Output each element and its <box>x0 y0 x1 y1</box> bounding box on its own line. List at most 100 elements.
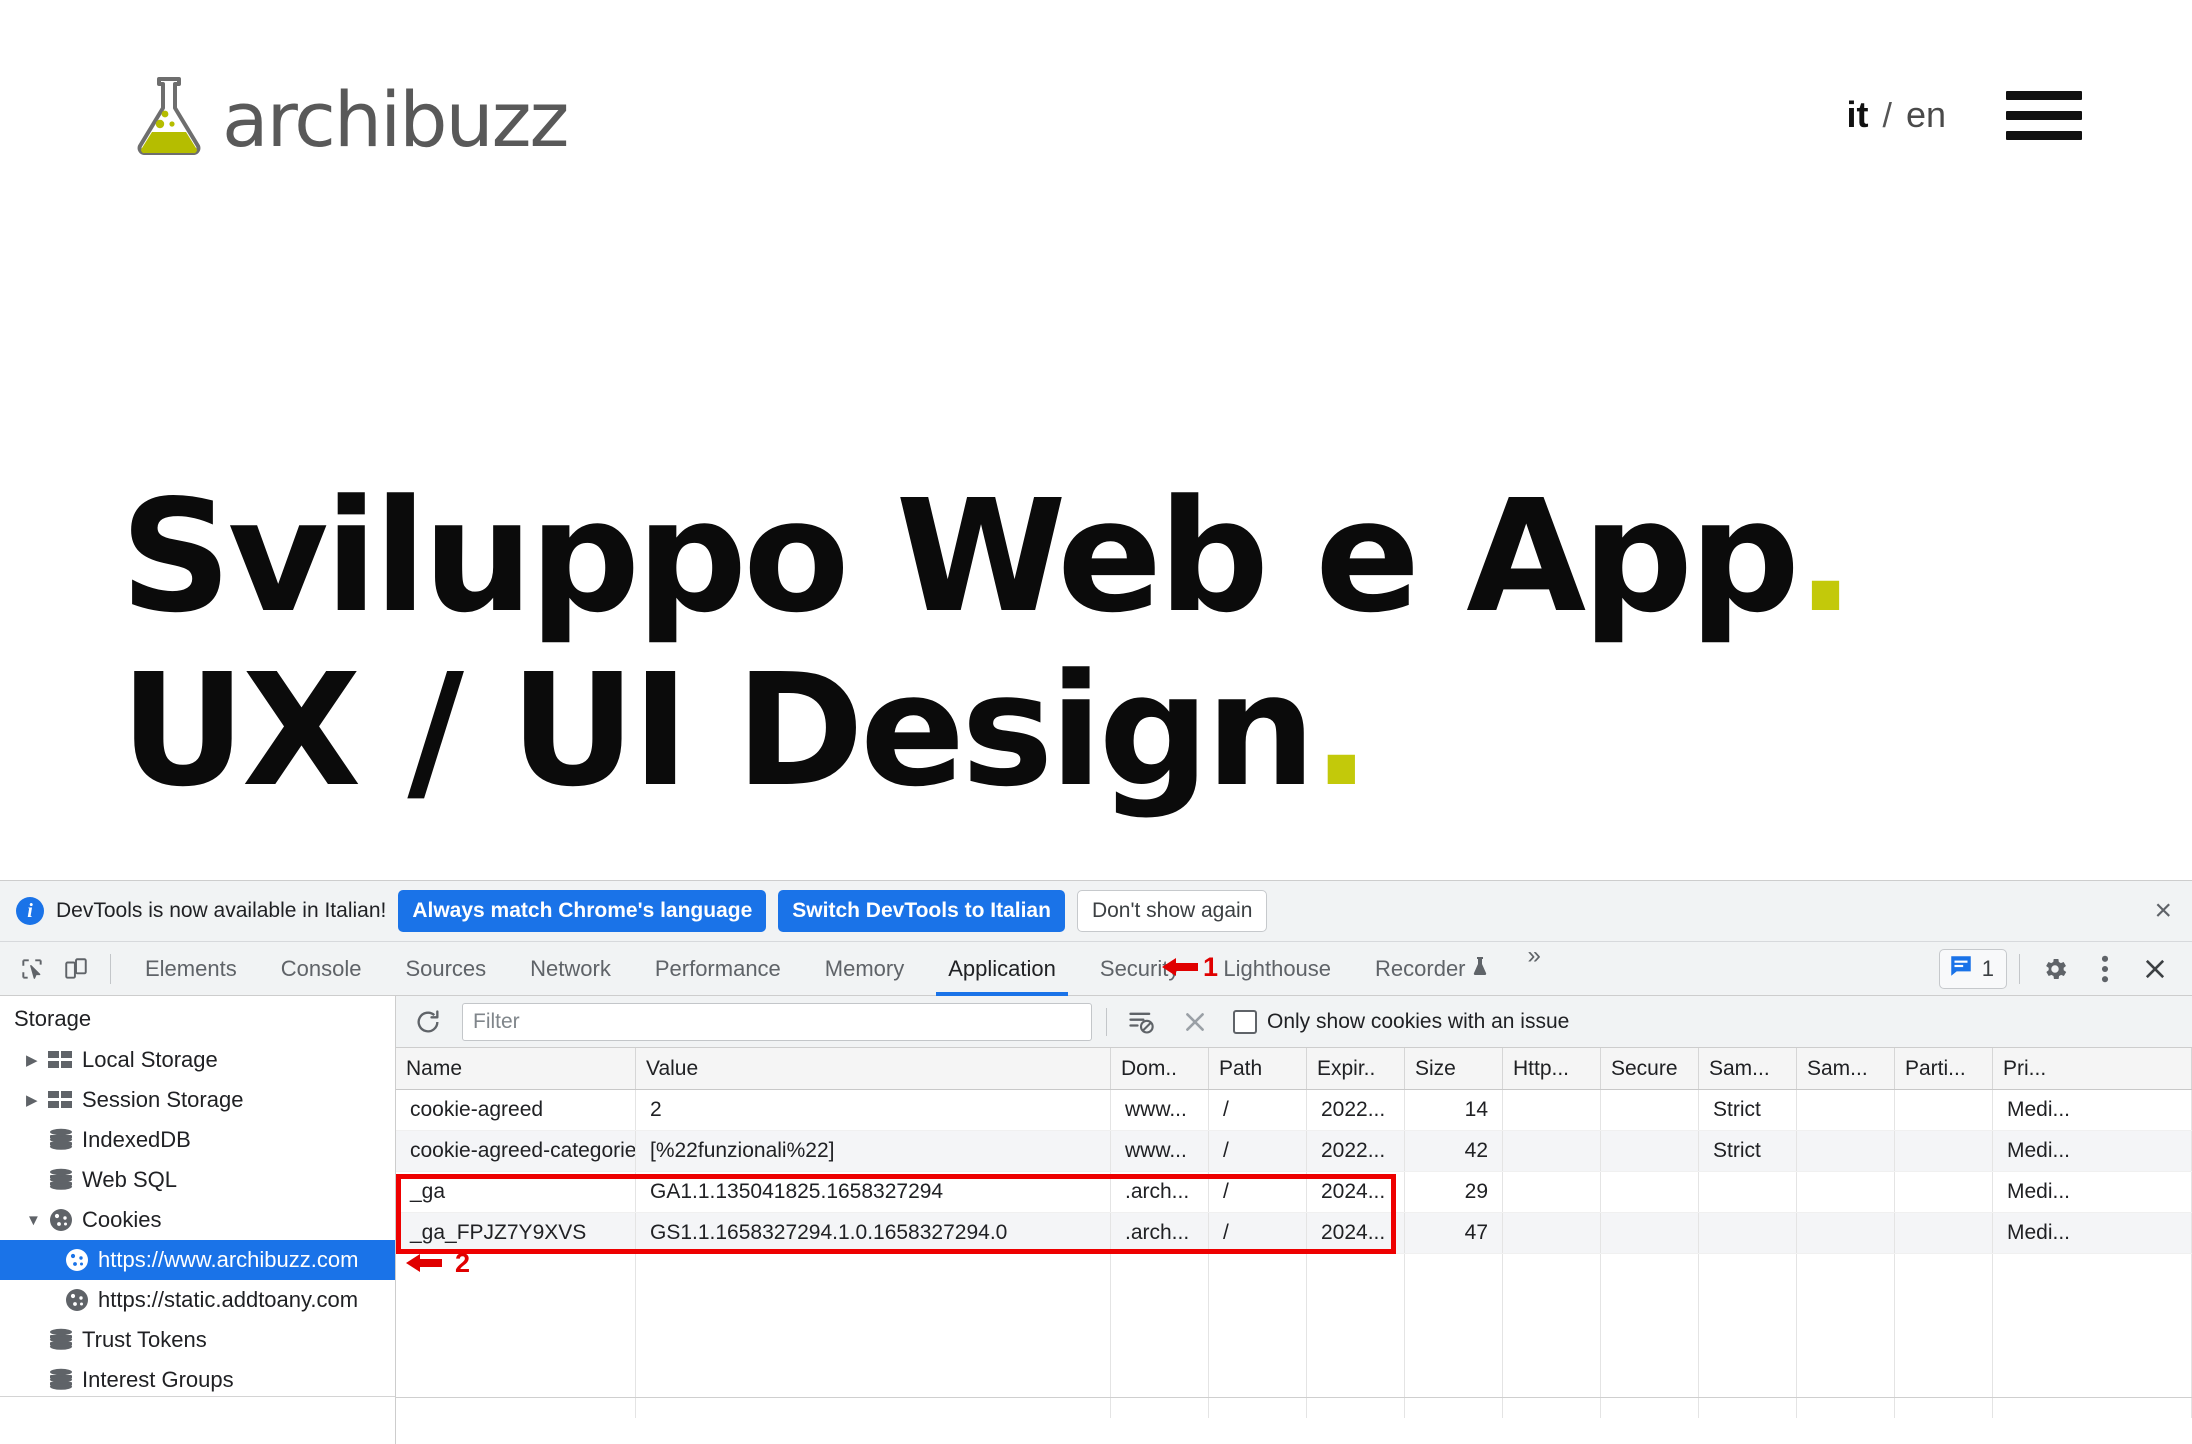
cell-samesite: Strict <box>1699 1131 1797 1171</box>
sidebar-item-session-storage[interactable]: ▶ Session Storage <box>0 1080 395 1120</box>
cell-size: 29 <box>1405 1172 1503 1212</box>
cell-priority: Medi... <box>1993 1131 2192 1171</box>
checkbox-box[interactable] <box>1233 1009 1257 1034</box>
cell-partition-key <box>1895 1131 1993 1171</box>
table-row[interactable]: cookie-agreed 2 www... / 2022... 14 Stri… <box>396 1090 2192 1131</box>
cell-partition-key <box>1895 1090 1993 1130</box>
dont-show-again-button[interactable]: Don't show again <box>1076 890 1268 932</box>
chevron-down-icon[interactable]: ▼ <box>26 1212 48 1229</box>
lang-en[interactable]: en <box>1906 94 1946 136</box>
empty-cell <box>1797 1336 1895 1377</box>
tab-memory[interactable]: Memory <box>803 942 926 996</box>
hamburger-menu-icon[interactable] <box>2006 90 2082 140</box>
database-icon <box>48 1368 82 1392</box>
table-row[interactable]: _ga GA1.1.135041825.1658327294 .arch... … <box>396 1172 2192 1213</box>
cell-value: GA1.1.135041825.1658327294 <box>636 1172 1111 1212</box>
message-count: 1 <box>1981 955 1994 981</box>
sidebar-item-web-sql[interactable]: Web SQL <box>0 1160 395 1200</box>
clear-filter-icon[interactable] <box>1175 1002 1215 1042</box>
message-icon <box>1948 953 1974 985</box>
sidebar-item-cookie-addtoany[interactable]: https://static.addtoany.com <box>0 1280 395 1320</box>
tab-elements[interactable]: Elements <box>123 942 259 996</box>
sidebar-item-web-sql-label: Web SQL <box>82 1167 177 1192</box>
sidebar-item-interest-groups[interactable]: Interest Groups <box>0 1360 395 1400</box>
cell-sameparty <box>1797 1213 1895 1253</box>
filter-input[interactable] <box>462 1002 1092 1041</box>
cell-expires: 2024... <box>1307 1213 1405 1253</box>
sidebar-item-session-storage-label: Session Storage <box>82 1087 244 1112</box>
inspect-element-icon[interactable] <box>10 947 54 991</box>
hero-dot-1: . <box>1796 466 1855 647</box>
sidebar-item-trust-tokens-label: Trust Tokens <box>82 1327 207 1352</box>
column-header-domain[interactable]: Dom.. <box>1111 1048 1209 1089</box>
tab-overflow-icon[interactable]: » <box>1510 942 1559 996</box>
tab-network[interactable]: Network <box>508 942 633 996</box>
sidebar-item-local-storage[interactable]: ▶ Local Storage <box>0 1040 395 1080</box>
chevron-right-icon[interactable]: ▶ <box>26 1051 48 1069</box>
switch-devtools-language-button[interactable]: Switch DevTools to Italian <box>778 890 1065 932</box>
cell-path: / <box>1209 1131 1307 1171</box>
tab-application-label: Application <box>948 955 1056 981</box>
empty-cell <box>1797 1295 1895 1336</box>
sidebar-item-cookie-addtoany-label: https://static.addtoany.com <box>98 1287 359 1312</box>
empty-cell <box>1699 1295 1797 1336</box>
column-header-size[interactable]: Size <box>1405 1048 1503 1089</box>
tab-console[interactable]: Console <box>259 942 384 996</box>
column-header-path[interactable]: Path <box>1209 1048 1307 1089</box>
tab-security-label: Security <box>1099 955 1180 981</box>
table-row[interactable]: cookie-agreed-categories [%22funzionali%… <box>396 1131 2192 1172</box>
cell-name: _ga <box>396 1172 636 1212</box>
column-header-name[interactable]: Name <box>396 1048 636 1089</box>
cell-priority: Medi... <box>1993 1213 2192 1253</box>
empty-cell <box>1307 1336 1405 1377</box>
empty-cell <box>396 1254 636 1295</box>
close-icon[interactable]: × <box>2148 896 2178 926</box>
device-toolbar-icon[interactable] <box>54 947 98 991</box>
column-header-partition-key[interactable]: Parti... <box>1895 1048 1993 1089</box>
clear-all-cookies-icon[interactable] <box>1121 1002 1161 1042</box>
more-options-icon[interactable] <box>2082 946 2128 992</box>
hero-dot-2: . <box>1311 639 1371 821</box>
tab-sources[interactable]: Sources <box>383 942 508 996</box>
empty-cell <box>1209 1254 1307 1295</box>
cell-sameparty <box>1797 1131 1895 1171</box>
column-header-secure[interactable]: Secure <box>1601 1048 1699 1089</box>
devtools-panel: i DevTools is now available in Italian! … <box>0 880 2192 1444</box>
cell-expires: 2022... <box>1307 1090 1405 1130</box>
close-devtools-icon[interactable] <box>2132 946 2178 992</box>
only-issues-checkbox[interactable]: Only show cookies with an issue <box>1233 1009 1569 1034</box>
cell-path: / <box>1209 1172 1307 1212</box>
issues-message-badge[interactable]: 1 <box>1938 948 2007 989</box>
tab-security[interactable]: Security <box>1078 942 1201 996</box>
tab-sources-label: Sources <box>405 955 487 981</box>
cookies-table: Name Value Dom.. Path Expir.. Size Http.… <box>396 1048 2192 1444</box>
cell-partition-key <box>1895 1213 1993 1253</box>
sidebar-item-trust-tokens[interactable]: Trust Tokens <box>0 1320 395 1360</box>
language-switcher[interactable]: it / en <box>1847 94 1947 136</box>
lang-it[interactable]: it <box>1847 94 1869 136</box>
column-header-expires[interactable]: Expir.. <box>1307 1048 1405 1089</box>
tab-recorder[interactable]: Recorder <box>1353 942 1509 996</box>
database-icon <box>48 1328 82 1352</box>
empty-cell <box>1601 1254 1699 1295</box>
sidebar-item-cookies[interactable]: ▼ Cookies <box>0 1200 395 1240</box>
chevron-right-icon[interactable]: ▶ <box>26 1091 48 1109</box>
gear-icon[interactable] <box>2032 946 2078 992</box>
tab-application[interactable]: Application <box>926 942 1078 996</box>
tab-lighthouse[interactable]: Lighthouse <box>1201 942 1353 996</box>
refresh-icon[interactable] <box>408 1002 448 1042</box>
site-logo[interactable]: archibuzz <box>130 74 569 157</box>
empty-cell <box>1209 1295 1307 1336</box>
table-row[interactable]: _ga_FPJZ7Y9XVS GS1.1.1658327294.1.0.1658… <box>396 1213 2192 1254</box>
sidebar-item-indexeddb[interactable]: IndexedDB <box>0 1120 395 1160</box>
tab-performance[interactable]: Performance <box>633 942 803 996</box>
cell-value: 2 <box>636 1090 1111 1130</box>
info-icon: i <box>16 897 44 925</box>
column-header-sameparty[interactable]: Sam... <box>1797 1048 1895 1089</box>
column-header-priority[interactable]: Pri... <box>1993 1048 2192 1089</box>
always-match-language-button[interactable]: Always match Chrome's language <box>398 890 767 932</box>
column-header-value[interactable]: Value <box>636 1048 1111 1089</box>
column-header-samesite[interactable]: Sam... <box>1699 1048 1797 1089</box>
column-header-httponly[interactable]: Http... <box>1503 1048 1601 1089</box>
sidebar-item-cookie-archibuzz[interactable]: https://www.archibuzz.com <box>0 1240 395 1280</box>
